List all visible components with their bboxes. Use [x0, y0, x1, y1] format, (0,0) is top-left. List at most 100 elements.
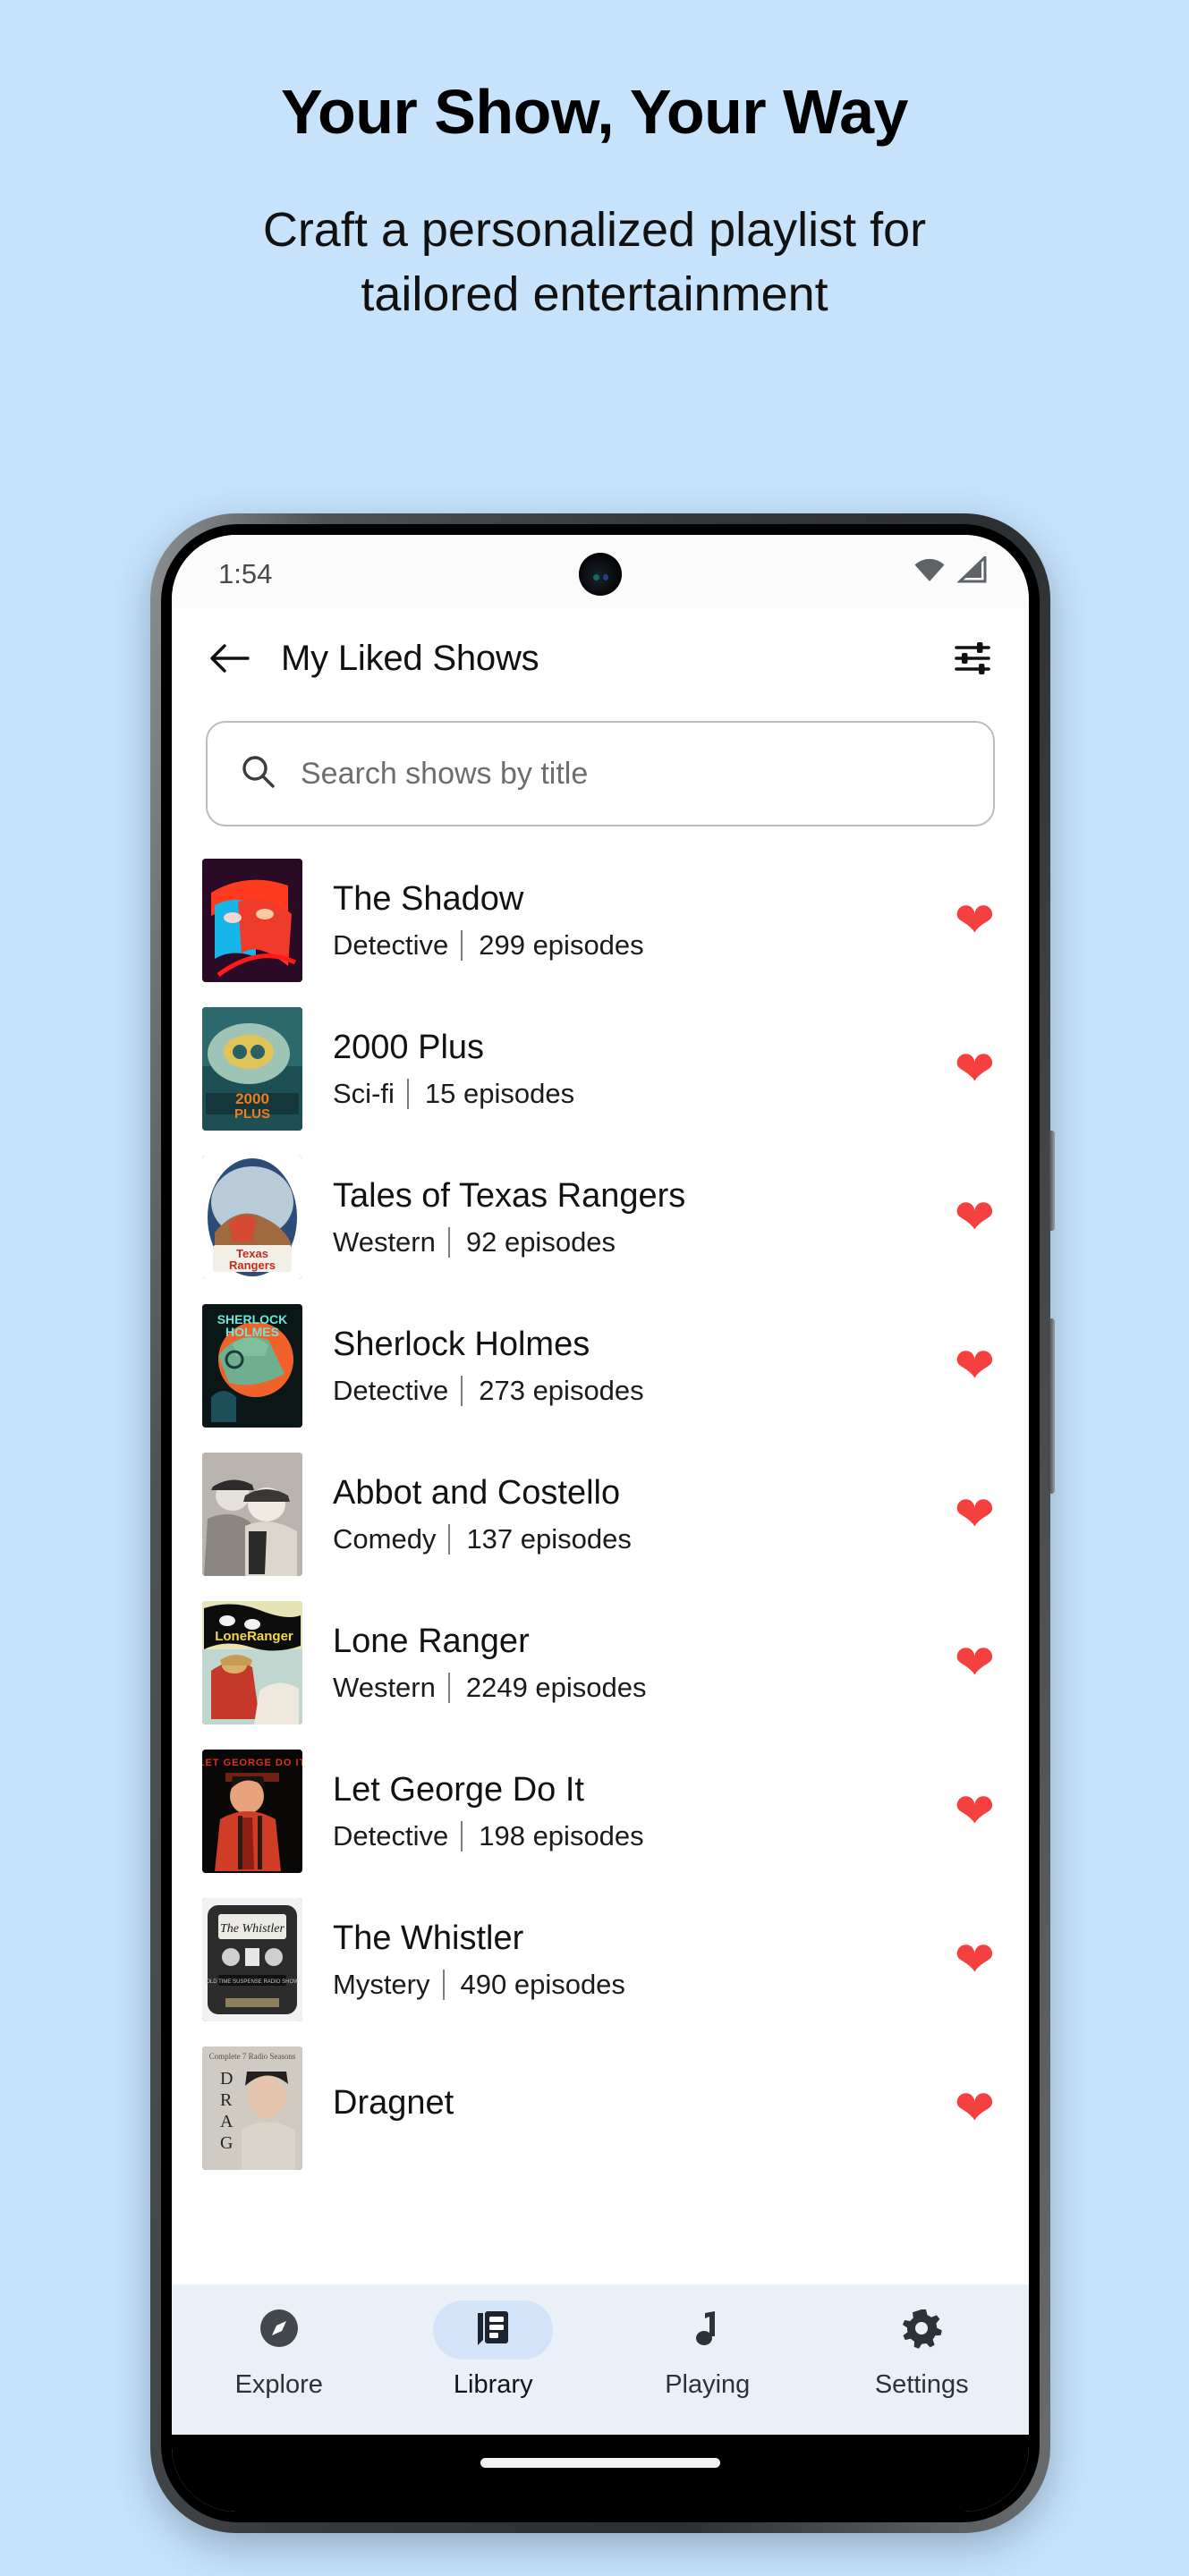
show-episodes: 490 episodes: [460, 1969, 625, 2001]
meta-separator: [461, 930, 463, 962]
show-info: The Whistler Mystery 490 episodes: [333, 1919, 940, 2001]
like-heart-icon[interactable]: ❤: [955, 1787, 995, 1835]
status-bar-clock: 1:54: [218, 558, 273, 589]
show-info: Lone Ranger Western 2249 episodes: [333, 1622, 940, 1704]
like-heart-icon[interactable]: ❤: [955, 1936, 995, 1984]
show-meta: Detective 198 episodes: [333, 1820, 940, 1852]
list-item[interactable]: The Whistler OLD TIME SUSPENSE RADIO SHO…: [172, 1885, 1029, 2034]
nav-item-settings[interactable]: Settings: [815, 2301, 1030, 2400]
like-heart-icon[interactable]: ❤: [955, 1045, 995, 1093]
svg-text:HOLMES: HOLMES: [225, 1325, 279, 1339]
show-meta: Mystery 490 episodes: [333, 1969, 940, 2001]
show-genre: Detective: [333, 1820, 449, 1852]
svg-text:G: G: [220, 2133, 233, 2153]
nav-item-library[interactable]: Library: [386, 2301, 601, 2400]
like-heart-icon[interactable]: ❤: [955, 1342, 995, 1390]
svg-text:LoneRanger: LoneRanger: [215, 1629, 293, 1644]
like-heart-icon[interactable]: ❤: [955, 2084, 995, 2132]
show-title: Dragnet: [333, 2083, 454, 2122]
meta-separator: [406, 1079, 409, 1110]
show-thumbnail: SHERLOCK HOLMES: [202, 1304, 302, 1428]
show-thumbnail: LoneRanger: [202, 1601, 302, 1724]
list-item[interactable]: LoneRanger Lone Ranger Western 2249 epis…: [172, 1589, 1029, 1737]
show-thumbnail: LET GEORGE DO IT: [202, 1750, 302, 1873]
list-item[interactable]: Abbot and Costello Comedy 137 episodes ❤: [172, 1440, 1029, 1589]
svg-text:The Whistler: The Whistler: [220, 1922, 285, 1936]
show-genre: Detective: [333, 1375, 449, 1407]
svg-text:PLUS: PLUS: [234, 1106, 270, 1122]
search-placeholder-text: Search shows by title: [301, 756, 589, 791]
gesture-pill[interactable]: [480, 2458, 720, 2468]
search-icon: [238, 752, 277, 796]
phone-power-button[interactable]: [1049, 1131, 1055, 1231]
svg-text:D: D: [220, 2069, 233, 2089]
phone-volume-button[interactable]: [1049, 1318, 1055, 1494]
list-item[interactable]: LET GEORGE DO IT Let George Do It Detect…: [172, 1737, 1029, 1885]
like-heart-icon[interactable]: ❤: [955, 896, 995, 945]
show-episodes: 92 episodes: [465, 1226, 616, 1258]
cellular-signal-icon: [956, 554, 988, 588]
show-title: Let George Do It: [333, 1770, 584, 1809]
promo-title: Your Show, Your Way: [0, 80, 1189, 144]
show-title: The Shadow: [333, 879, 524, 918]
svg-text:R: R: [220, 2090, 233, 2110]
svg-text:Rangers: Rangers: [229, 1258, 276, 1272]
show-thumbnail: [202, 1453, 302, 1576]
show-meta: Western 2249 episodes: [333, 1672, 940, 1704]
show-title: The Whistler: [333, 1919, 524, 1957]
show-info: Sherlock Holmes Detective 273 episodes: [333, 1325, 940, 1407]
show-genre: Western: [333, 1672, 436, 1704]
show-episodes: 2249 episodes: [465, 1672, 647, 1704]
list-item[interactable]: The Shadow Detective 299 episodes ❤: [172, 846, 1029, 995]
status-bar-icons: [913, 554, 988, 588]
list-item[interactable]: Texas Rangers Tales of Texas Rangers Wes…: [172, 1143, 1029, 1292]
meta-separator: [442, 1970, 445, 2001]
promo-subtitle: Craft a personalized playlist for tailor…: [0, 199, 1189, 327]
show-thumbnail: The Whistler OLD TIME SUSPENSE RADIO SHO…: [202, 1898, 302, 2021]
back-arrow-icon[interactable]: [206, 635, 252, 682]
like-heart-icon[interactable]: ❤: [955, 1193, 995, 1241]
list-item[interactable]: 2000 PLUS 2000 Plus Sci-fi 15 episodes ❤: [172, 995, 1029, 1143]
list-item[interactable]: Complete 7 Radio Seasons D R A G Dragnet: [172, 2034, 1029, 2182]
show-meta: Detective 299 episodes: [333, 929, 940, 962]
nav-item-explore[interactable]: Explore: [172, 2301, 386, 2400]
phone-mockup: 1:54 My Liked Shows Search shows by titl…: [150, 513, 1055, 2533]
status-bar: 1:54: [172, 535, 1029, 608]
nav-pill: [219, 2301, 339, 2360]
show-meta: Sci-fi 15 episodes: [333, 1078, 940, 1110]
nav-pill: [648, 2301, 768, 2360]
show-title: Sherlock Holmes: [333, 1325, 590, 1363]
show-thumbnail: 2000 PLUS: [202, 1007, 302, 1131]
show-title: Tales of Texas Rangers: [333, 1176, 686, 1215]
show-title: 2000 Plus: [333, 1028, 485, 1066]
library-icon: [471, 2306, 515, 2355]
svg-text:OLD TIME SUSPENSE RADIO SHOW: OLD TIME SUSPENSE RADIO SHOW: [206, 1979, 299, 1985]
nav-pill: [862, 2301, 981, 2360]
like-heart-icon[interactable]: ❤: [955, 1490, 995, 1538]
meta-separator: [448, 1524, 451, 1555]
front-camera-punch-hole: [579, 553, 622, 596]
show-meta: Comedy 137 episodes: [333, 1523, 940, 1555]
promo-banner: Your Show, Your Way Craft a personalized…: [0, 0, 1189, 501]
liked-shows-list[interactable]: The Shadow Detective 299 episodes ❤ 2000…: [172, 846, 1029, 2268]
svg-text:Complete 7 Radio Seasons: Complete 7 Radio Seasons: [209, 2052, 296, 2061]
svg-text:2000: 2000: [235, 1090, 269, 1107]
show-thumbnail: Complete 7 Radio Seasons D R A G: [202, 2046, 302, 2170]
like-heart-icon[interactable]: ❤: [955, 1639, 995, 1687]
show-episodes: 198 episodes: [479, 1820, 644, 1852]
show-genre: Western: [333, 1226, 436, 1258]
show-episodes: 299 episodes: [479, 929, 644, 962]
nav-pill-active: [433, 2301, 554, 2360]
show-info: Let George Do It Detective 198 episodes: [333, 1770, 940, 1852]
meta-separator: [461, 1376, 463, 1407]
meta-separator: [461, 1821, 463, 1852]
show-episodes: 137 episodes: [466, 1523, 632, 1555]
show-info: 2000 Plus Sci-fi 15 episodes: [333, 1028, 940, 1110]
list-item[interactable]: SHERLOCK HOLMES Sherlock Holmes Detectiv…: [172, 1292, 1029, 1440]
search-input[interactable]: Search shows by title: [206, 721, 995, 826]
tune-filter-icon[interactable]: [950, 636, 995, 681]
promo-subtitle-text: Craft a personalized playlist for tailor…: [262, 203, 927, 321]
system-gesture-bar: [172, 2435, 1029, 2512]
nav-item-playing[interactable]: Playing: [600, 2301, 815, 2400]
show-episodes: 15 episodes: [424, 1078, 575, 1110]
